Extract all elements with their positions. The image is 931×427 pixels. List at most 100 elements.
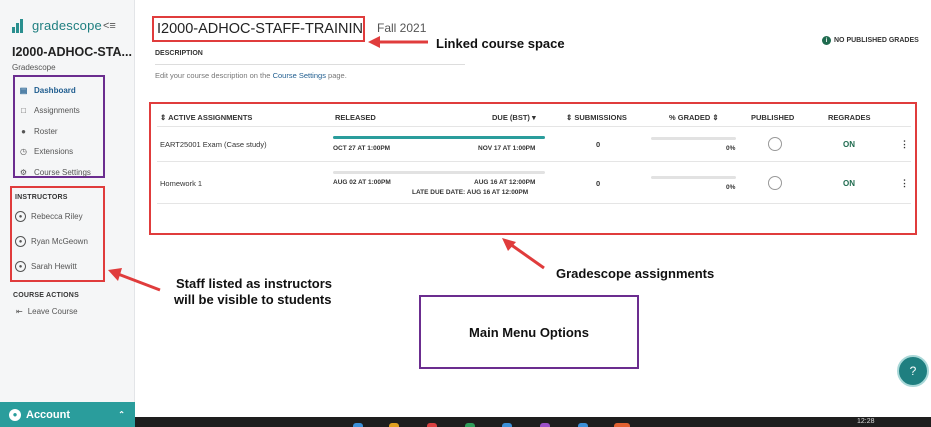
desc-suffix: page. — [325, 71, 347, 80]
instructor-name: Sarah Hewitt — [31, 262, 77, 271]
col-header-submissions[interactable]: ⇕ SUBMISSIONS — [566, 113, 627, 122]
no-published-label: NO PUBLISHED GRADES — [834, 37, 919, 44]
taskbar-app-icon[interactable] — [389, 423, 399, 427]
sidebar: gradescope <≡ I2000-ADHOC-STA... Gradesc… — [0, 0, 135, 427]
assignment-timeline-fill — [333, 136, 545, 139]
annotation-linked-course: Linked course space — [436, 36, 565, 51]
nav-label: Dashboard — [34, 85, 76, 95]
instructor-item[interactable]: ● Ryan McGeown — [15, 236, 88, 247]
taskbar-app-icon[interactable] — [427, 423, 437, 427]
course-actions-label: COURSE ACTIONS — [13, 292, 79, 299]
regrades-status[interactable]: ON — [843, 179, 855, 188]
assignments-table: ⇕ ACTIVE ASSIGNMENTS RELEASED DUE (BST) … — [149, 102, 917, 235]
divider — [157, 126, 911, 127]
more-options-icon[interactable]: ⋮ — [900, 139, 909, 150]
graded-progress-bar — [651, 137, 736, 140]
taskbar-app-icon[interactable] — [465, 423, 475, 427]
released-date: OCT 27 AT 1:00PM — [333, 145, 391, 152]
taskbar-app-icon[interactable] — [540, 423, 550, 427]
graded-percent: 0% — [726, 145, 736, 152]
main-menu: ▤ Dashboard □ Assignments ● Roster ◷ Ext… — [13, 75, 105, 178]
divider — [157, 161, 911, 162]
description-text: Edit your course description on the Cour… — [155, 71, 347, 80]
leave-course-label: Leave Course — [27, 307, 78, 316]
account-label: Account — [26, 408, 70, 421]
annotation-gradescope-assignments: Gradescope assignments — [556, 266, 715, 281]
collapse-menu-icon[interactable]: <≡ — [103, 20, 116, 32]
more-options-icon[interactable]: ⋮ — [900, 178, 909, 189]
taskbar-clock: 12:28 — [857, 418, 875, 425]
late-due-date: LATE DUE DATE: AUG 16 AT 12:00PM — [412, 189, 529, 196]
nav-label: Roster — [34, 126, 58, 136]
account-menu[interactable]: ● Account ⌃ — [0, 402, 135, 427]
col-header-due[interactable]: DUE (BST) ▾ — [492, 113, 536, 122]
graded-percent: 0% — [726, 184, 736, 191]
help-icon[interactable]: ? — [897, 355, 929, 387]
user-avatar-icon: ● — [15, 211, 26, 222]
due-date: NOV 17 AT 1:00PM — [478, 145, 536, 152]
no-published-grades-badge: i NO PUBLISHED GRADES — [822, 36, 919, 45]
taskbar-app-icon[interactable] — [353, 423, 363, 427]
divider — [155, 64, 465, 65]
document-icon: □ — [21, 106, 26, 116]
instructor-item[interactable]: ● Rebecca Riley — [15, 211, 83, 222]
taskbar-app-icon[interactable] — [578, 423, 588, 427]
info-icon: i — [822, 36, 831, 45]
clock-icon: ◷ — [20, 147, 27, 157]
nav-roster[interactable]: ● Roster — [15, 121, 103, 142]
nav-label: Course Settings — [34, 167, 91, 177]
nav-label: Extensions — [34, 147, 74, 157]
taskbar: 12:28 — [135, 417, 931, 427]
gear-icon: ⚙ — [19, 167, 28, 177]
graded-progress-bar — [651, 176, 736, 179]
annotation-main-menu: Main Menu Options — [419, 295, 639, 369]
annotation-staff-line2: will be visible to students — [174, 292, 332, 307]
submissions-count: 0 — [596, 179, 601, 188]
user-avatar-icon: ● — [15, 236, 26, 247]
col-header-active-assignments[interactable]: ⇕ ACTIVE ASSIGNMENTS — [160, 113, 252, 122]
exit-icon: ⇤ — [16, 307, 23, 316]
user-avatar-icon: ● — [15, 261, 26, 272]
people-icon: ● — [21, 126, 26, 136]
course-code: I2000-ADHOC-STA... — [12, 45, 132, 59]
instructor-name: Rebecca Riley — [31, 212, 83, 221]
course-term: Fall 2021 — [377, 21, 427, 35]
dashboard-icon: ▤ — [19, 85, 28, 95]
released-date: AUG 02 AT 1:00PM — [333, 179, 391, 186]
logo[interactable]: gradescope — [12, 18, 102, 33]
col-header-regrades: REGRADES — [828, 113, 871, 122]
leave-course-button[interactable]: ⇤ Leave Course — [16, 307, 78, 316]
gradescope-logo-icon — [12, 18, 26, 33]
publish-toggle[interactable] — [768, 176, 782, 190]
assignment-name-link[interactable]: EART25001 Exam (Case study) — [160, 140, 267, 149]
col-header-published: PUBLISHED — [751, 113, 795, 122]
instructors-section: INSTRUCTORS ● Rebecca Riley ● Ryan McGeo… — [10, 186, 105, 282]
annotation-staff-line1: Staff listed as instructors — [176, 276, 333, 291]
col-header-graded[interactable]: % GRADED ⇕ — [669, 113, 719, 122]
screen: gradescope <≡ I2000-ADHOC-STA... Gradesc… — [0, 0, 931, 427]
account-icon: ● — [9, 408, 21, 421]
course-settings-link[interactable]: Course Settings — [273, 71, 326, 80]
nav-extensions[interactable]: ◷ Extensions — [15, 142, 103, 163]
course-title: I2000-ADHOC-STAFF-TRAINING-1 — [152, 16, 365, 42]
annotation-arrow — [108, 268, 161, 292]
assignment-name-link[interactable]: Homework 1 — [160, 179, 202, 188]
nav-course-settings[interactable]: ⚙ Course Settings — [15, 162, 103, 183]
annotation-arrow — [368, 36, 428, 48]
taskbar-app-icon[interactable] — [614, 423, 630, 427]
col-header-released[interactable]: RELEASED — [335, 113, 376, 122]
nav-assignments[interactable]: □ Assignments — [15, 101, 103, 122]
nav-dashboard[interactable]: ▤ Dashboard — [15, 80, 103, 101]
description-label: DESCRIPTION — [155, 50, 203, 57]
regrades-status[interactable]: ON — [843, 140, 855, 149]
nav-label: Assignments — [34, 106, 80, 116]
instructor-item[interactable]: ● Sarah Hewitt — [15, 261, 77, 272]
publish-toggle[interactable] — [768, 137, 782, 151]
taskbar-app-icon[interactable] — [502, 423, 512, 427]
chevron-up-icon: ⌃ — [118, 410, 125, 419]
instructor-name: Ryan McGeown — [31, 237, 88, 246]
assignment-timeline-bar — [333, 171, 545, 174]
due-date: AUG 16 AT 12:00PM — [474, 179, 536, 186]
logo-text: gradescope — [32, 18, 102, 33]
desc-prefix: Edit your course description on the — [155, 71, 273, 80]
